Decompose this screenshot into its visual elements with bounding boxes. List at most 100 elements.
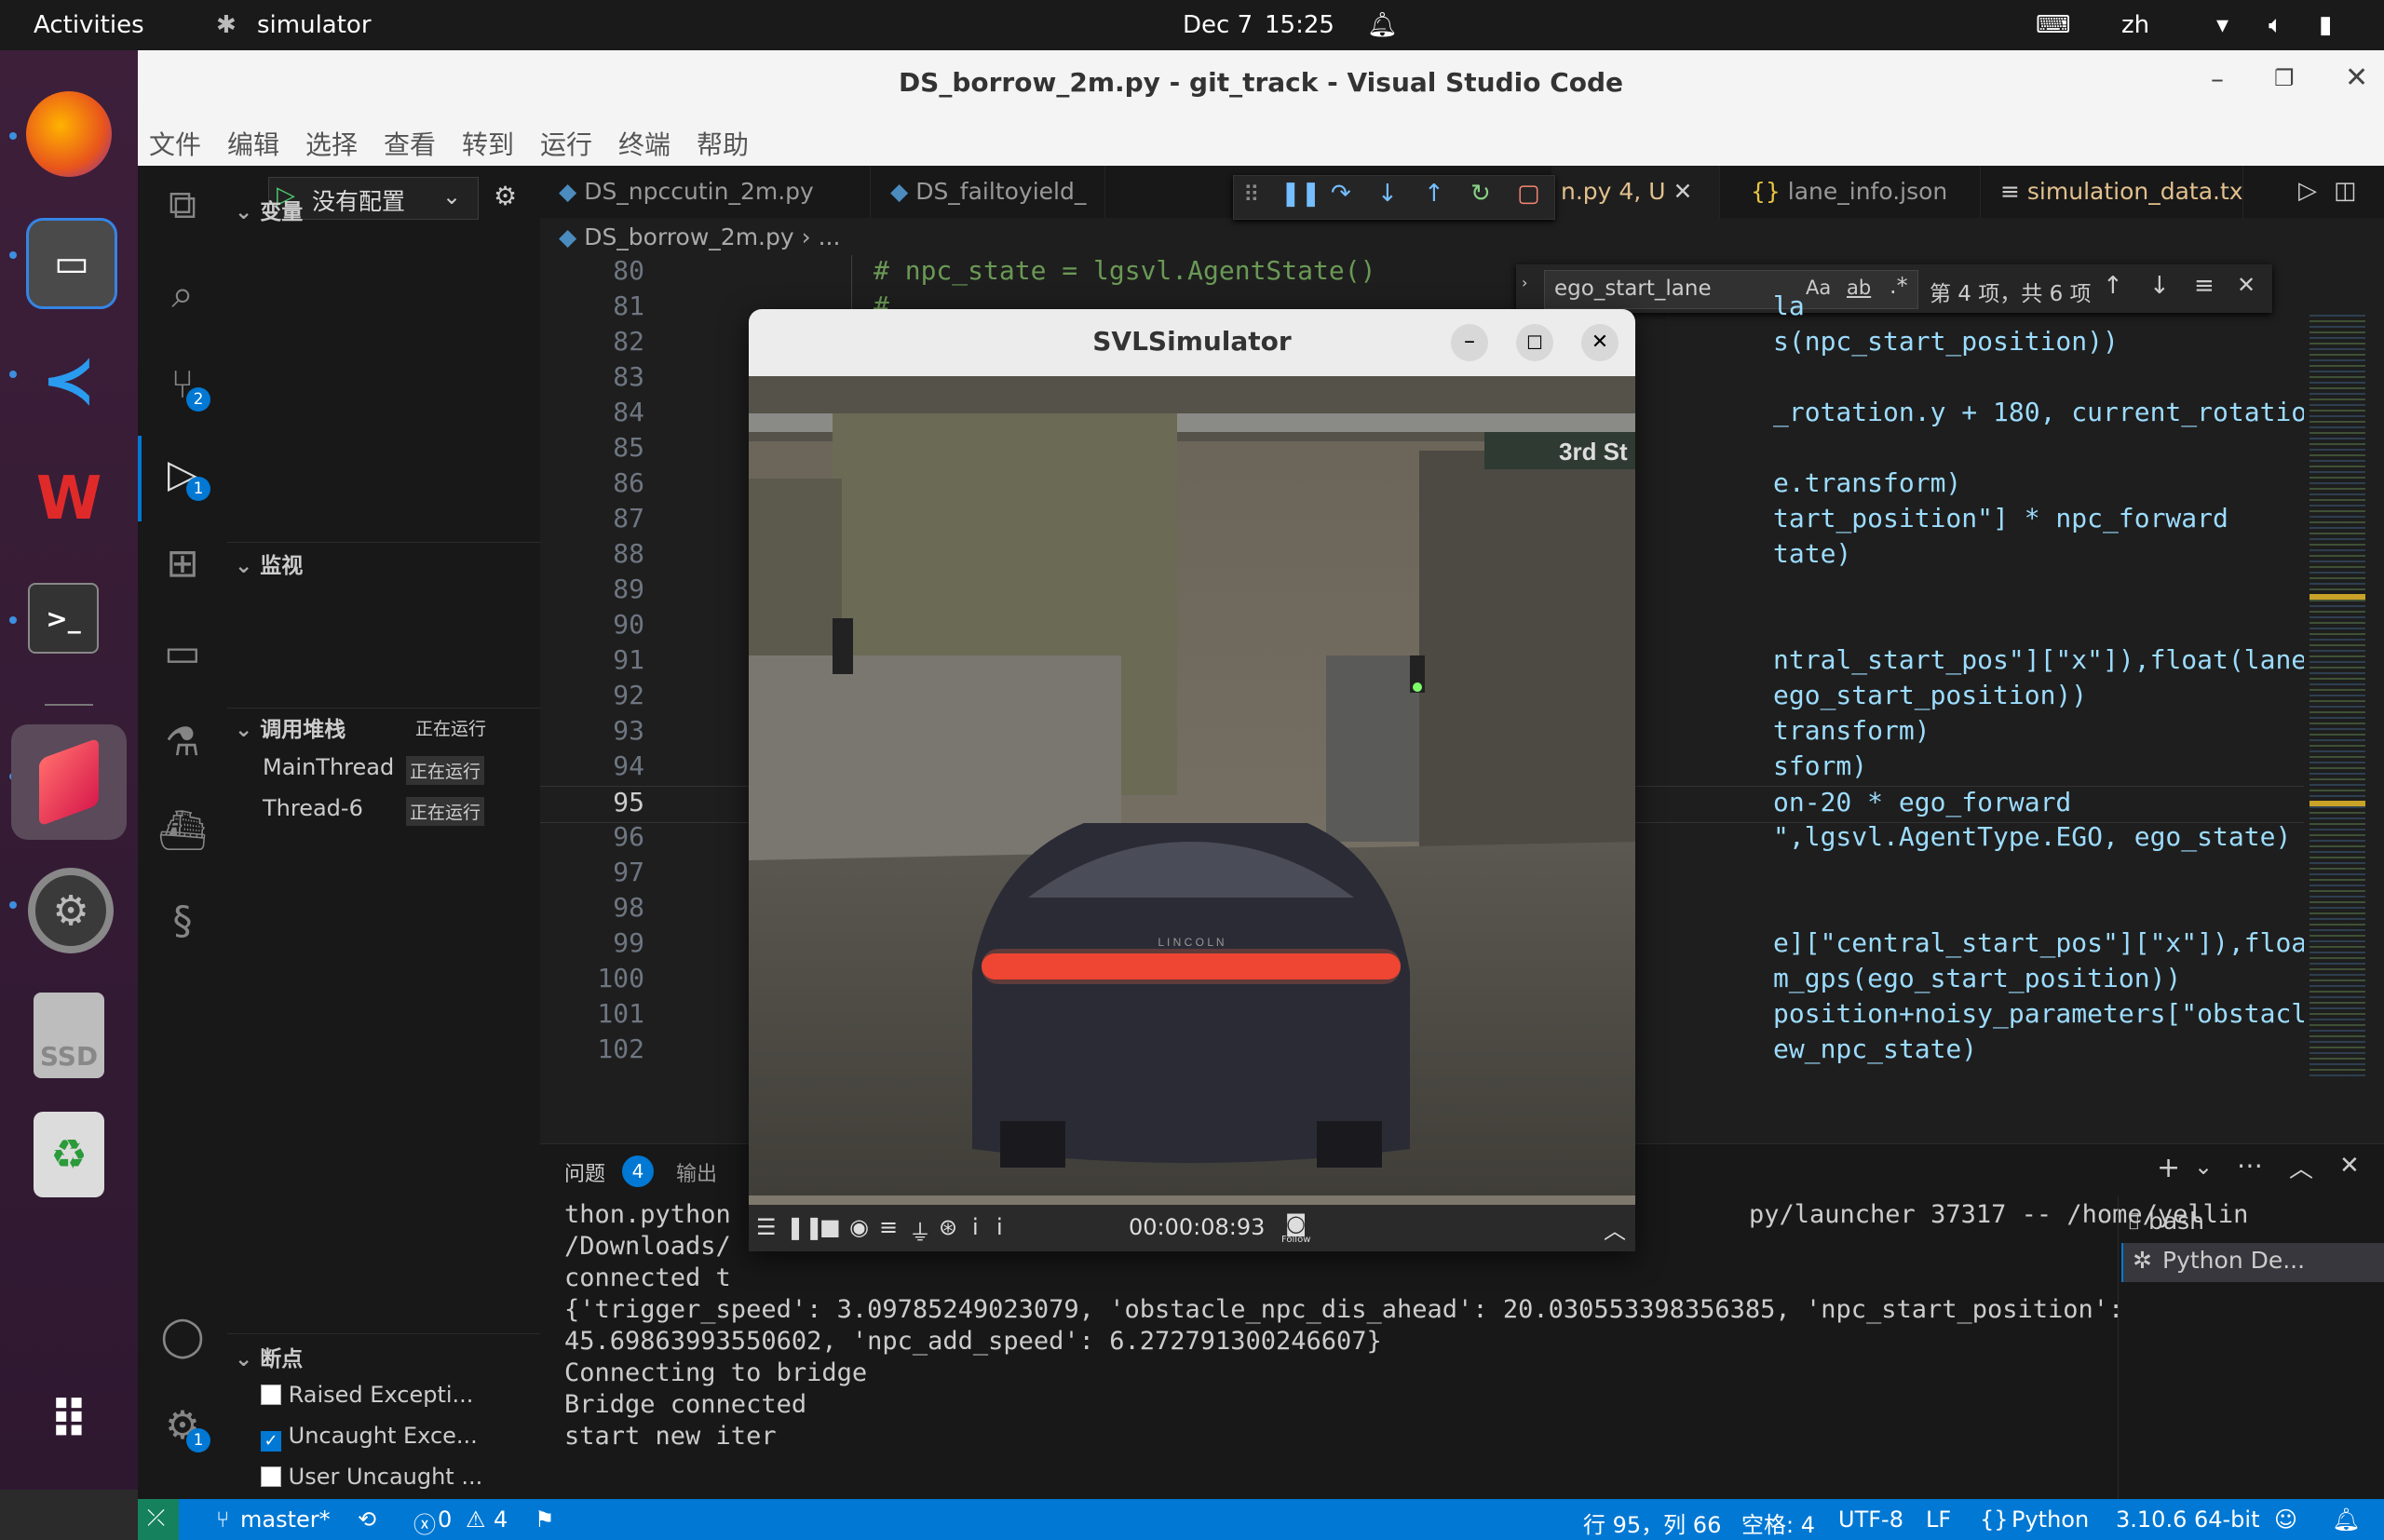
- checkbox-checked[interactable]: ✓: [261, 1431, 281, 1452]
- gamepad-icon[interactable]: ⊛: [939, 1214, 957, 1240]
- menu-file[interactable]: 文件: [149, 125, 201, 162]
- menu-selection[interactable]: 选择: [305, 125, 358, 162]
- stop-icon[interactable]: ▢: [1517, 180, 1540, 208]
- tab-active-file[interactable]: n.py 4, U ✕: [1551, 166, 1720, 218]
- tab-problems[interactable]: 问题: [564, 1157, 605, 1187]
- pause-icon[interactable]: ❚❚: [786, 1214, 823, 1240]
- menu-view[interactable]: 查看: [384, 125, 436, 162]
- variables-header[interactable]: ⌄ 变量: [235, 194, 303, 225]
- error-count[interactable]: 0: [438, 1506, 452, 1533]
- tab-lane-info[interactable]: {} lane_info.json: [1732, 166, 1981, 218]
- eol[interactable]: LF: [1926, 1506, 1951, 1533]
- tab-npccutin[interactable]: ◆ DS_npccutin_2m.py: [540, 166, 871, 218]
- breakpoint-item[interactable]: Raised Excepti...: [261, 1382, 473, 1408]
- date[interactable]: Dec 7: [1183, 11, 1253, 39]
- testing-icon[interactable]: ⚗: [155, 713, 210, 769]
- notifications-icon[interactable]: 🔔︎: [2332, 1506, 2360, 1533]
- indentation[interactable]: 空格: 4: [1741, 1506, 1815, 1539]
- files-icon[interactable]: ▭: [26, 218, 117, 309]
- restart-icon[interactable]: ↻: [1470, 180, 1491, 208]
- language-mode[interactable]: Python: [2012, 1506, 2089, 1533]
- braces-icon[interactable]: {}: [1980, 1506, 2009, 1533]
- trash-icon[interactable]: ♻: [34, 1112, 104, 1197]
- debug-status-icon[interactable]: ⚑: [535, 1506, 555, 1533]
- terminal-item-python[interactable]: ✲ Python De...: [2121, 1243, 2384, 1282]
- code-line[interactable]: 80 # npc_state = lgsvl.AgentState(): [540, 255, 2304, 290]
- settings-gear-icon[interactable]: ⚙: [28, 868, 114, 953]
- breakpoints-header[interactable]: ⌄ 断点: [235, 1341, 303, 1372]
- step-over-icon[interactable]: ↷: [1331, 180, 1351, 208]
- terminal-icon[interactable]: >_: [28, 583, 99, 654]
- pause-icon[interactable]: ❚❚: [1280, 180, 1321, 208]
- run-debug-icon[interactable]: ▷ 1: [155, 445, 210, 501]
- terminal-item-bash[interactable]: ⌷ bash: [2127, 1208, 2204, 1236]
- simulation-viewport[interactable]: 3rd St L I N C O L N: [749, 376, 1635, 1205]
- app-menu[interactable]: simulator: [257, 11, 372, 39]
- app-grid-icon[interactable]: ⠿: [26, 1378, 112, 1464]
- account-icon[interactable]: ◯: [155, 1307, 210, 1363]
- ssd-drive-icon[interactable]: SSD: [34, 993, 104, 1078]
- thread-row[interactable]: MainThread: [263, 754, 394, 780]
- activities-button[interactable]: Activities: [34, 11, 144, 39]
- sliders-icon[interactable]: ≡: [879, 1214, 898, 1240]
- drag-handle-icon[interactable]: ⠿: [1243, 182, 1260, 208]
- more-actions-icon[interactable]: ⋯: [2237, 1150, 2263, 1181]
- tab-output[interactable]: 输出: [676, 1157, 717, 1187]
- step-into-icon[interactable]: ↓: [1377, 180, 1398, 208]
- new-terminal-icon[interactable]: +: [2157, 1152, 2180, 1184]
- restore-icon[interactable]: ❐: [2274, 65, 2295, 91]
- breakpoint-item[interactable]: ✓ Uncaught Exce...: [261, 1423, 478, 1452]
- close-icon[interactable]: ✕: [2345, 61, 2368, 94]
- keyboard-icon[interactable]: ⌨: [2036, 11, 2071, 39]
- menu-icon[interactable]: ☰: [756, 1214, 777, 1240]
- firefox-icon[interactable]: [26, 91, 112, 177]
- docker-icon[interactable]: ⛴: [155, 803, 210, 858]
- close-panel-icon[interactable]: ✕: [2339, 1152, 2360, 1180]
- copilot-icon[interactable]: ☺: [2274, 1506, 2297, 1533]
- tab-failtoyield[interactable]: ◆ DS_failtoyield_: [872, 166, 1105, 218]
- wps-icon[interactable]: W: [26, 456, 112, 542]
- step-out-icon[interactable]: ↑: [1424, 180, 1444, 208]
- clock[interactable]: 15:25: [1265, 11, 1334, 39]
- sync-icon[interactable]: ⟲: [358, 1506, 376, 1533]
- python-icon[interactable]: §: [155, 892, 210, 948]
- menu-run[interactable]: 运行: [540, 125, 592, 162]
- search-icon[interactable]: ⌕: [155, 266, 210, 322]
- explorer-icon[interactable]: ⧉: [155, 177, 210, 233]
- menu-terminal[interactable]: 终端: [618, 125, 670, 162]
- callstack-header[interactable]: ⌄ 调用堆栈: [235, 711, 345, 743]
- info-icon[interactable]: i: [972, 1214, 979, 1240]
- branch-name[interactable]: master*: [240, 1506, 331, 1533]
- wifi-icon[interactable]: ▾: [2216, 11, 2228, 39]
- breakpoint-item[interactable]: User Uncaught ...: [261, 1464, 482, 1490]
- breadcrumb-file[interactable]: DS_borrow_2m.py: [584, 223, 793, 250]
- run-file-icon[interactable]: ▷: [2298, 177, 2317, 205]
- menu-edit[interactable]: 编辑: [227, 125, 279, 162]
- error-icon[interactable]: ⓧ: [413, 1506, 436, 1539]
- maximize-icon[interactable]: ☐: [1516, 324, 1553, 361]
- cursor-position[interactable]: 行 95，列 66: [1583, 1506, 1721, 1539]
- close-icon[interactable]: ✕: [1581, 324, 1619, 361]
- source-control-icon[interactable]: ⑂ 2: [155, 356, 210, 412]
- stop-icon[interactable]: ■: [820, 1214, 841, 1240]
- camera-view-icon[interactable]: ◉: [849, 1214, 869, 1240]
- extensions-icon[interactable]: ⊞: [155, 534, 210, 590]
- chevron-down-icon[interactable]: ⌄: [2194, 1154, 2213, 1180]
- follow-camera-icon[interactable]: ◙: [1285, 1210, 1307, 1236]
- battery-icon[interactable]: ▮: [2319, 11, 2332, 39]
- simulator-app-icon[interactable]: [11, 724, 127, 840]
- tab-simulation-data[interactable]: ≡ simulation_data.txt M: [1982, 166, 2243, 218]
- warning-icon[interactable]: ⚠: [466, 1506, 486, 1533]
- remote-explorer-icon[interactable]: ▭: [155, 624, 210, 680]
- maximize-panel-icon[interactable]: ︿: [2289, 1150, 2313, 1184]
- minimize-icon[interactable]: –: [1451, 324, 1488, 361]
- warning-count[interactable]: 4: [494, 1506, 508, 1533]
- breadcrumb-more[interactable]: ...: [819, 223, 841, 250]
- checkbox-unchecked[interactable]: [261, 1385, 281, 1405]
- input-method[interactable]: zh: [2121, 11, 2149, 39]
- menu-help[interactable]: 帮助: [697, 125, 749, 162]
- expand-icon[interactable]: ︿: [1604, 1212, 1626, 1245]
- vscode-icon[interactable]: ≺: [26, 337, 112, 423]
- thread-row[interactable]: Thread-6: [263, 795, 363, 821]
- split-editor-icon[interactable]: ◫: [2334, 177, 2357, 205]
